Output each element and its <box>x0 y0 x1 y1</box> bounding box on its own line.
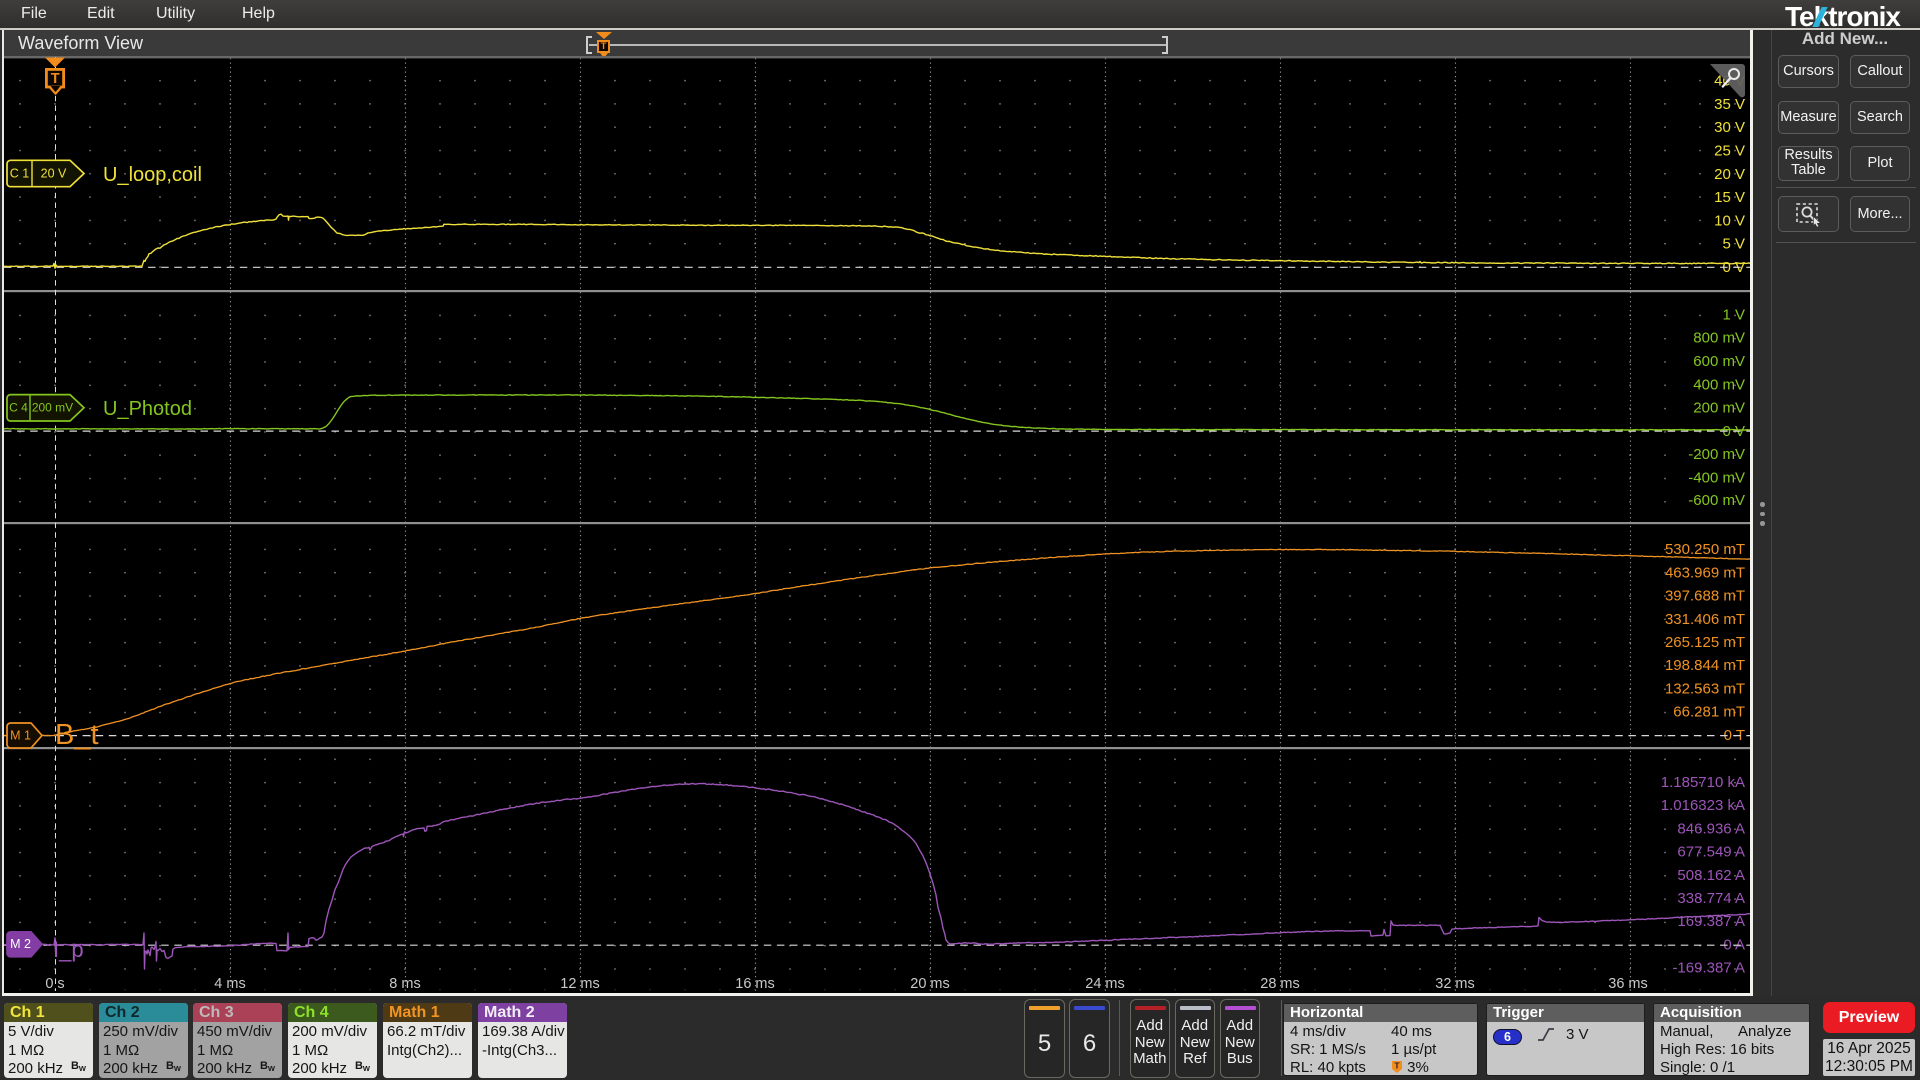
svg-text:8 ms: 8 ms <box>389 976 420 992</box>
svg-text:677.549 A: 677.549 A <box>1677 844 1745 861</box>
svg-text:132.563 mT: 132.563 mT <box>1665 680 1745 697</box>
svg-text:28 ms: 28 ms <box>1260 976 1300 992</box>
svg-text:20 V: 20 V <box>1714 166 1745 183</box>
svg-text:800 mV: 800 mV <box>1693 330 1745 347</box>
svg-text:846.936 A: 846.936 A <box>1677 820 1745 837</box>
svg-text:463.969 mT: 463.969 mT <box>1665 564 1745 581</box>
svg-text:25 V: 25 V <box>1714 142 1745 159</box>
svg-text:400 mV: 400 mV <box>1693 376 1745 393</box>
svg-text:265.125 mT: 265.125 mT <box>1665 634 1745 651</box>
svg-text:30 V: 30 V <box>1714 119 1745 136</box>
svg-text:200 mV: 200 mV <box>1693 400 1745 417</box>
svg-text:4 ms: 4 ms <box>214 976 245 992</box>
svg-text:331.406 mT: 331.406 mT <box>1665 611 1745 628</box>
svg-text:M 1: M 1 <box>10 728 31 742</box>
svg-text:12 ms: 12 ms <box>560 976 600 992</box>
svg-text:1.016323 kA: 1.016323 kA <box>1661 797 1745 814</box>
svg-text:M 2: M 2 <box>10 937 31 951</box>
svg-text:508.162 A: 508.162 A <box>1677 867 1745 884</box>
svg-text:U_loop,coil: U_loop,coil <box>103 164 202 186</box>
svg-text:-400 mV: -400 mV <box>1688 469 1745 486</box>
svg-text:-600 mV: -600 mV <box>1688 492 1745 509</box>
svg-text:397.688 mT: 397.688 mT <box>1665 588 1745 605</box>
svg-text:15 V: 15 V <box>1714 189 1745 206</box>
svg-text:C 1: C 1 <box>10 166 30 180</box>
svg-text:C 4: C 4 <box>9 400 28 414</box>
svg-text:T: T <box>1394 1060 1400 1070</box>
svg-text:35 V: 35 V <box>1714 96 1745 113</box>
svg-text:10 V: 10 V <box>1714 212 1745 229</box>
svg-text:600 mV: 600 mV <box>1693 353 1745 370</box>
svg-text:530.250 mT: 530.250 mT <box>1665 541 1745 558</box>
svg-text:B_t: B_t <box>55 719 99 751</box>
svg-text:T: T <box>51 71 60 87</box>
svg-text:20 V: 20 V <box>41 166 67 180</box>
svg-text:U_Photod: U_Photod <box>103 398 192 420</box>
svg-text:1.185710 kA: 1.185710 kA <box>1661 774 1745 791</box>
svg-text:-200 mV: -200 mV <box>1688 446 1745 463</box>
svg-text:1 V: 1 V <box>1722 306 1745 323</box>
svg-text:66.281 mT: 66.281 mT <box>1673 704 1745 721</box>
svg-text:I_p: I_p <box>53 937 84 962</box>
svg-text:32 ms: 32 ms <box>1435 976 1475 992</box>
svg-text:20 ms: 20 ms <box>910 976 950 992</box>
svg-text:5 V: 5 V <box>1722 236 1745 253</box>
svg-text:16 ms: 16 ms <box>735 976 775 992</box>
svg-text:-169.387 A: -169.387 A <box>1672 960 1745 977</box>
svg-text:198.844 mT: 198.844 mT <box>1665 657 1745 674</box>
svg-text:200 mV: 200 mV <box>32 400 73 414</box>
svg-text:24 ms: 24 ms <box>1085 976 1125 992</box>
svg-text:338.774 A: 338.774 A <box>1677 890 1745 907</box>
svg-text:36 ms: 36 ms <box>1608 976 1648 992</box>
